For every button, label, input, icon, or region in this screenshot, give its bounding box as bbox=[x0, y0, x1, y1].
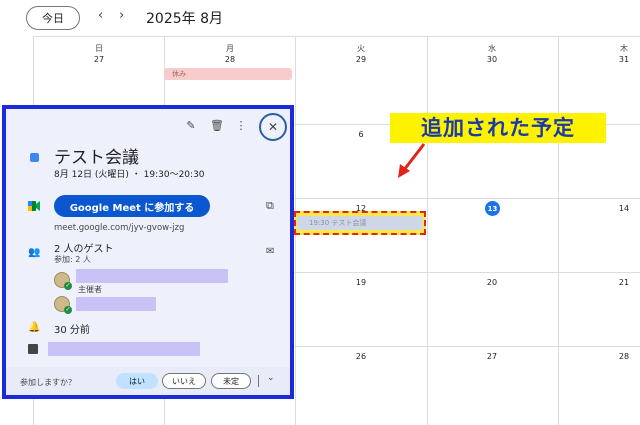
chevron-down-icon[interactable]: ⌄ bbox=[267, 373, 275, 383]
day-number[interactable]: 29 bbox=[331, 55, 391, 64]
day-number[interactable]: 27 bbox=[69, 55, 129, 64]
chevron-left-icon[interactable]: ‹ bbox=[98, 8, 103, 23]
weekday-sun: 日 bbox=[95, 44, 103, 53]
chevron-right-icon[interactable]: › bbox=[119, 8, 124, 23]
event-datetime: 8月 12日 (火曜日) ・ 19:30〜20:30 bbox=[54, 170, 205, 180]
event-color-indicator bbox=[30, 153, 39, 162]
bell-icon: 🔔 bbox=[28, 322, 41, 333]
rsvp-divider bbox=[258, 375, 259, 387]
grid-divider bbox=[34, 36, 640, 37]
weekday-wed: 水 bbox=[488, 44, 496, 53]
redacted-guest-name bbox=[76, 297, 156, 311]
event-detail-popup: ✎ 🗑 ⋮ ✕ テスト会議 8月 12日 (火曜日) ・ 19:30〜20:30… bbox=[2, 105, 294, 399]
holiday-event-chip[interactable]: 休み bbox=[164, 68, 292, 80]
day-number[interactable]: 19 bbox=[331, 278, 391, 287]
rsvp-no-button[interactable]: いいえ bbox=[162, 373, 206, 389]
calendar-icon bbox=[28, 344, 38, 354]
today-button[interactable]: 今日 bbox=[26, 6, 80, 30]
rsvp-bar: 参加しますか？ はい いいえ 未定 ⌄ bbox=[6, 367, 290, 395]
guests-count: 2 人のゲスト bbox=[54, 244, 114, 255]
join-meet-button[interactable]: Google Meet に参加する bbox=[54, 195, 210, 217]
day-number[interactable]: 14 bbox=[594, 204, 640, 213]
organizer-label: 主催者 bbox=[78, 285, 102, 294]
reminder-text: 30 分前 bbox=[54, 325, 90, 336]
event-title: テスト会議 bbox=[54, 148, 139, 168]
day-number[interactable]: 30 bbox=[462, 55, 522, 64]
copy-icon[interactable]: ⧉ bbox=[266, 199, 274, 213]
day-number[interactable]: 28 bbox=[594, 352, 640, 361]
day-number[interactable]: 20 bbox=[462, 278, 522, 287]
top-toolbar: 今日 ‹ › 2025年 8月 bbox=[0, 0, 640, 36]
grid-divider bbox=[427, 36, 428, 425]
annotation-callout: 追加された予定 bbox=[390, 113, 606, 143]
annotation-arrow-icon bbox=[398, 143, 426, 178]
day-number[interactable]: 31 bbox=[594, 55, 640, 64]
weekday-mon: 月 bbox=[226, 44, 234, 53]
edit-icon[interactable]: ✎ bbox=[184, 119, 198, 133]
weekday-tue: 火 bbox=[357, 44, 365, 53]
weekday-thu: 木 bbox=[620, 44, 628, 53]
day-number[interactable]: 28 bbox=[200, 55, 260, 64]
day-number[interactable]: 21 bbox=[594, 278, 640, 287]
guests-icon: 👥 bbox=[28, 247, 41, 258]
google-meet-icon bbox=[28, 201, 40, 211]
delete-icon[interactable]: 🗑 bbox=[210, 119, 224, 133]
more-options-icon[interactable]: ⋮ bbox=[234, 119, 248, 133]
today-indicator[interactable]: 13 bbox=[485, 201, 500, 216]
day-number[interactable]: 6 bbox=[331, 130, 391, 139]
rsvp-question: 参加しますか？ bbox=[20, 378, 76, 387]
day-number[interactable]: 26 bbox=[331, 352, 391, 361]
redacted-calendar-name bbox=[48, 342, 200, 356]
redacted-guest-name bbox=[76, 269, 228, 283]
meet-link[interactable]: meet.google.com/jyv-gvow-jzg bbox=[54, 223, 184, 233]
rsvp-maybe-button[interactable]: 未定 bbox=[211, 373, 251, 389]
month-title: 2025年 8月 bbox=[146, 11, 223, 27]
close-icon[interactable]: ✕ bbox=[259, 113, 287, 141]
accepted-check-icon: ✓ bbox=[64, 282, 72, 290]
mail-icon[interactable]: ✉ bbox=[266, 246, 274, 257]
day-number[interactable]: 27 bbox=[462, 352, 522, 361]
rsvp-yes-button[interactable]: はい bbox=[116, 373, 158, 389]
accepted-check-icon: ✓ bbox=[64, 306, 72, 314]
grid-divider bbox=[558, 36, 559, 425]
event-chip[interactable]: 19:30 テスト会議 bbox=[297, 216, 423, 230]
guests-attending: 参加: 2 人 bbox=[54, 255, 91, 264]
